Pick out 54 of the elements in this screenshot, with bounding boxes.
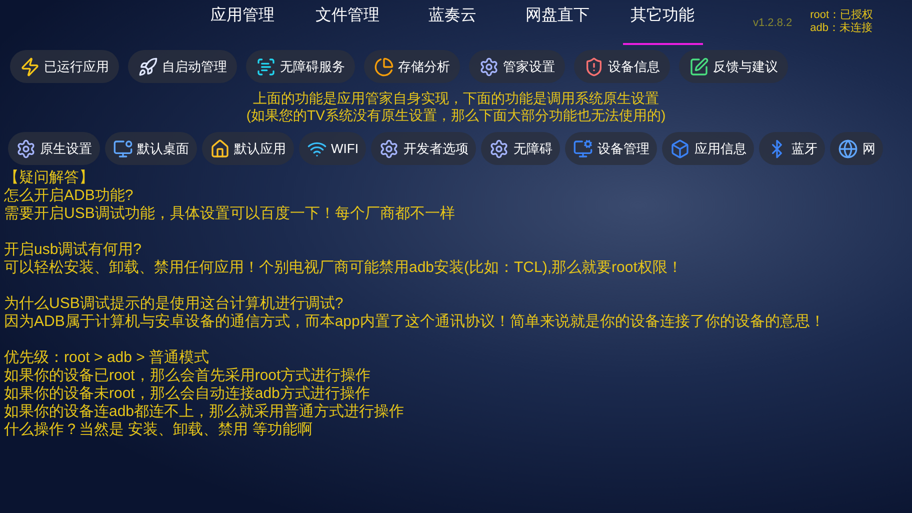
settings-icon [16,138,36,158]
cube-icon [670,138,690,158]
status-label: root：已授权 [810,9,874,22]
screen-icon [256,56,276,76]
tool-button[interactable]: 设备信息 [574,50,670,83]
pie-chart-icon [374,56,394,76]
tool-button[interactable]: 原生设置 [8,132,100,165]
tool-button[interactable]: 无障碍服务 [246,50,355,83]
settings-icon [379,138,400,158]
shield-icon [584,56,604,76]
tool-button[interactable]: 已运行应用 [10,50,119,83]
tool-button[interactable]: 设备管理 [565,132,658,165]
tool-button[interactable]: 无障碍 [481,132,560,165]
settings-icon [489,138,510,158]
tool-button[interactable]: WIFI [299,132,366,165]
faq-question: 为什么USB调试提示的是使用这台计算机进行调试? [4,295,344,313]
rocket-icon [138,56,158,76]
version-label: v1.2.8.2 [753,16,792,31]
tool-button[interactable]: 网 [830,132,884,165]
status-label: adb：未连接 [810,22,874,35]
tool-button[interactable]: 反馈与建议 [679,50,788,83]
globe-icon [838,138,858,158]
faq-question: 怎么开启ADB功能? [4,187,134,205]
notice-text: 上面的功能是应用管家自身实现，下面的功能是调用系统原生设置 [253,90,659,107]
monitor-icon [573,138,594,158]
tool-button[interactable]: 蓝牙 [759,132,826,165]
faq-answer: 什么操作？当然是 安装、卸载、禁用 等功能啊 [4,421,314,439]
nav-tab[interactable]: 其它功能 [610,0,715,45]
tool-button[interactable]: 默认桌面 [105,132,197,165]
tool-button[interactable]: 存储分析 [364,50,460,83]
edit-icon [689,56,709,76]
monitor-icon [113,138,133,158]
home-icon [210,138,230,158]
faq-answer: 需要开启USB调试功能，具体设置可以百度一下！每个厂商都不一样 [4,205,456,223]
tool-button[interactable]: 应用信息 [662,132,754,165]
faq-question: 优先级：root > adb > 普通模式 [4,349,210,367]
nav-tab[interactable]: 蓝奏云 [400,0,505,45]
notice-text: (如果您的TV系统没有原生设置，那么下面大部分功能也无法使用的) [246,107,666,124]
settings-icon [479,56,499,76]
faq-answer: 如果你的设备未root，那么会自动连接adb方式进行操作 [4,385,371,403]
tool-button[interactable]: 管家设置 [469,50,565,83]
bolt-icon [20,56,40,76]
faq-title: 【疑问解答】 [4,169,95,187]
faq-answer: 如果你的设备连adb都连不上，那么就采用普通方式进行操作 [4,403,406,421]
tool-button[interactable]: 自启动管理 [128,50,237,83]
faq-answer: 因为ADB属于计算机与安卓设备的通信方式，而本app内置了这个通讯协议！简单来说就是你的设备连接了你的设备的意思！ [4,313,826,331]
faq-question: 开启usb调试有何用? [4,241,143,259]
nav-tab[interactable]: 文件管理 [295,0,400,45]
faq-answer: 可以轻松安装、卸载、禁用任何应用！个别电视厂商可能禁用adb安装(比如：TCL),那么就要root权限！ [4,259,684,277]
tool-button[interactable]: 开发者选项 [371,132,476,165]
tool-button[interactable]: 默认应用 [202,132,294,165]
faq-answer: 如果你的设备已root，那么会首先采用root方式进行操作 [4,367,372,385]
nav-tab[interactable]: 网盘直下 [505,0,610,45]
nav-tab[interactable]: 应用管理 [190,0,295,45]
